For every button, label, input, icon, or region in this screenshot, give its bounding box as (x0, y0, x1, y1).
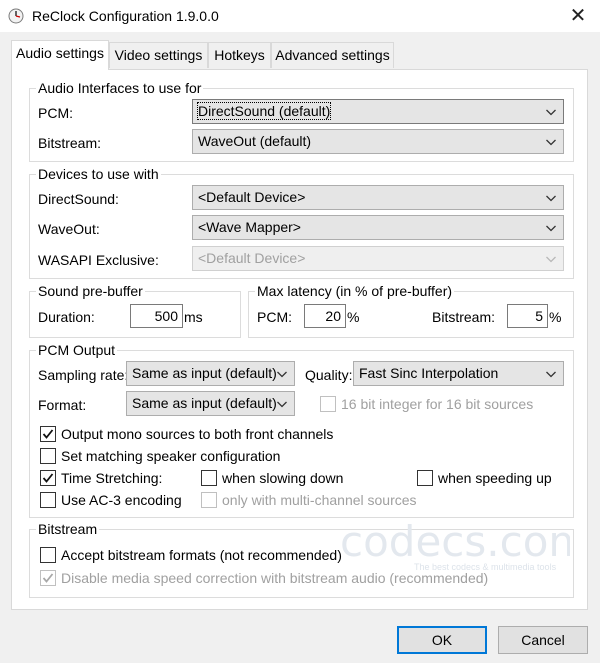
checkbox-box (40, 426, 56, 442)
quality-value: Fast Sinc Interpolation (359, 365, 499, 381)
format-value: Same as input (default) (132, 395, 277, 411)
checkbox-when-speeding[interactable]: when speeding up (417, 469, 567, 487)
format-select[interactable]: Same as input (default) (126, 391, 295, 416)
chevron-down-icon (277, 371, 287, 378)
group-title: PCM Output (36, 341, 118, 359)
checkbox-label: Use AC-3 encoding (61, 492, 182, 508)
duration-input[interactable]: 500 (130, 304, 183, 328)
checkbox-label: when speeding up (438, 470, 552, 486)
checkbox-label: Accept bitstream formats (not recommende… (61, 547, 342, 563)
checkbox-speaker-config[interactable]: Set matching speaker configuration (40, 447, 320, 465)
waveout-device-value: <Wave Mapper> (198, 219, 301, 235)
bitstream-interface-value: WaveOut (default) (198, 133, 312, 149)
sampling-rate-label: Sampling rate: (38, 367, 129, 383)
wasapi-device-value: <Default Device> (198, 250, 306, 266)
checkbox-time-stretching[interactable]: Time Stretching: (40, 469, 200, 487)
latency-pcm-label: PCM: (257, 309, 292, 325)
latency-bitstream-unit: % (549, 309, 562, 325)
format-label: Format: (38, 397, 87, 413)
tab-video-settings[interactable]: Video settings (109, 42, 208, 68)
duration-label: Duration: (38, 309, 95, 325)
checkbox-label: only with multi-channel sources (222, 492, 417, 508)
sampling-rate-value: Same as input (default) (132, 365, 277, 381)
checkbox-ac3-encoding[interactable]: Use AC-3 encoding (40, 491, 200, 509)
chevron-down-icon (277, 401, 287, 408)
sampling-rate-select[interactable]: Same as input (default) (126, 361, 295, 386)
waveout-label: WaveOut: (38, 221, 100, 237)
bitstream-interface-select[interactable]: WaveOut (default) (192, 129, 564, 154)
directsound-device-value: <Default Device> (198, 189, 306, 205)
pcm-interface-select[interactable]: DirectSound (default) (192, 99, 564, 124)
chevron-down-icon (546, 195, 556, 202)
checkbox-box (40, 448, 56, 464)
pcm-label: PCM: (38, 105, 73, 121)
chevron-down-icon (546, 225, 556, 232)
latency-pcm-unit: % (347, 309, 360, 325)
checkbox-label: Set matching speaker configuration (61, 448, 281, 464)
tab-audio-settings[interactable]: Audio settings (11, 40, 109, 70)
latency-bitstream-label: Bitstream: (432, 309, 496, 325)
tab-advanced-settings[interactable]: Advanced settings (271, 42, 394, 68)
checkbox-box (40, 570, 56, 586)
checkbox-label: Output mono sources to both front channe… (61, 426, 334, 442)
checkbox-16bit: 16 bit integer for 16 bit sources (320, 395, 550, 413)
latency-bitstream-input[interactable]: 5 (507, 304, 548, 328)
app-icon (8, 8, 24, 24)
checkbox-label: when slowing down (222, 470, 344, 486)
checkbox-when-slowing[interactable]: when slowing down (201, 469, 361, 487)
waveout-device-select[interactable]: <Wave Mapper> (192, 215, 564, 240)
close-icon[interactable]: ✕ (560, 0, 596, 32)
checkbox-box (201, 492, 217, 508)
checkbox-box (40, 547, 56, 563)
checkbox-mono-front[interactable]: Output mono sources to both front channe… (40, 425, 360, 443)
chevron-down-icon (546, 109, 556, 116)
checkbox-label: 16 bit integer for 16 bit sources (341, 396, 534, 412)
checkbox-box (320, 396, 336, 412)
duration-unit: ms (184, 309, 203, 325)
watermark-tagline: The best codecs & multimedia tools (414, 562, 557, 572)
tab-hotkeys[interactable]: Hotkeys (208, 42, 271, 68)
window-title: ReClock Configuration 1.9.0.0 (32, 8, 219, 24)
group-title: Max latency (in % of pre-buffer) (255, 282, 455, 300)
title-bar: ReClock Configuration 1.9.0.0 ✕ (0, 0, 600, 32)
directsound-label: DirectSound: (38, 191, 119, 207)
cancel-button[interactable]: Cancel (498, 626, 588, 654)
chevron-down-icon (546, 256, 556, 263)
group-title: Sound pre-buffer (36, 282, 145, 300)
checkbox-box (40, 492, 56, 508)
bitstream-label: Bitstream: (38, 135, 102, 151)
group-title: Bitstream (36, 520, 100, 538)
checkbox-box (40, 470, 56, 486)
group-title: Audio Interfaces to use for (36, 79, 204, 97)
checkbox-box (201, 470, 217, 486)
group-title: Devices to use with (36, 165, 161, 183)
wasapi-device-select: <Default Device> (192, 246, 564, 271)
quality-label: Quality: (305, 367, 353, 383)
latency-pcm-input[interactable]: 20 (304, 304, 346, 328)
wasapi-label: WASAPI Exclusive: (38, 252, 159, 268)
chevron-down-icon (546, 371, 556, 378)
checkmark-icon (42, 429, 54, 439)
checkbox-accept-bitstream[interactable]: Accept bitstream formats (not recommende… (40, 546, 350, 564)
directsound-device-select[interactable]: <Default Device> (192, 185, 564, 210)
checkbox-box (417, 470, 433, 486)
checkmark-icon (42, 573, 54, 583)
chevron-down-icon (546, 139, 556, 146)
checkmark-icon (42, 473, 54, 483)
checkbox-multichannel-only: only with multi-channel sources (201, 491, 431, 509)
quality-select[interactable]: Fast Sinc Interpolation (353, 361, 564, 386)
checkbox-label: Time Stretching: (61, 470, 163, 486)
pcm-interface-value: DirectSound (default) (196, 102, 332, 120)
ok-button[interactable]: OK (397, 626, 487, 654)
